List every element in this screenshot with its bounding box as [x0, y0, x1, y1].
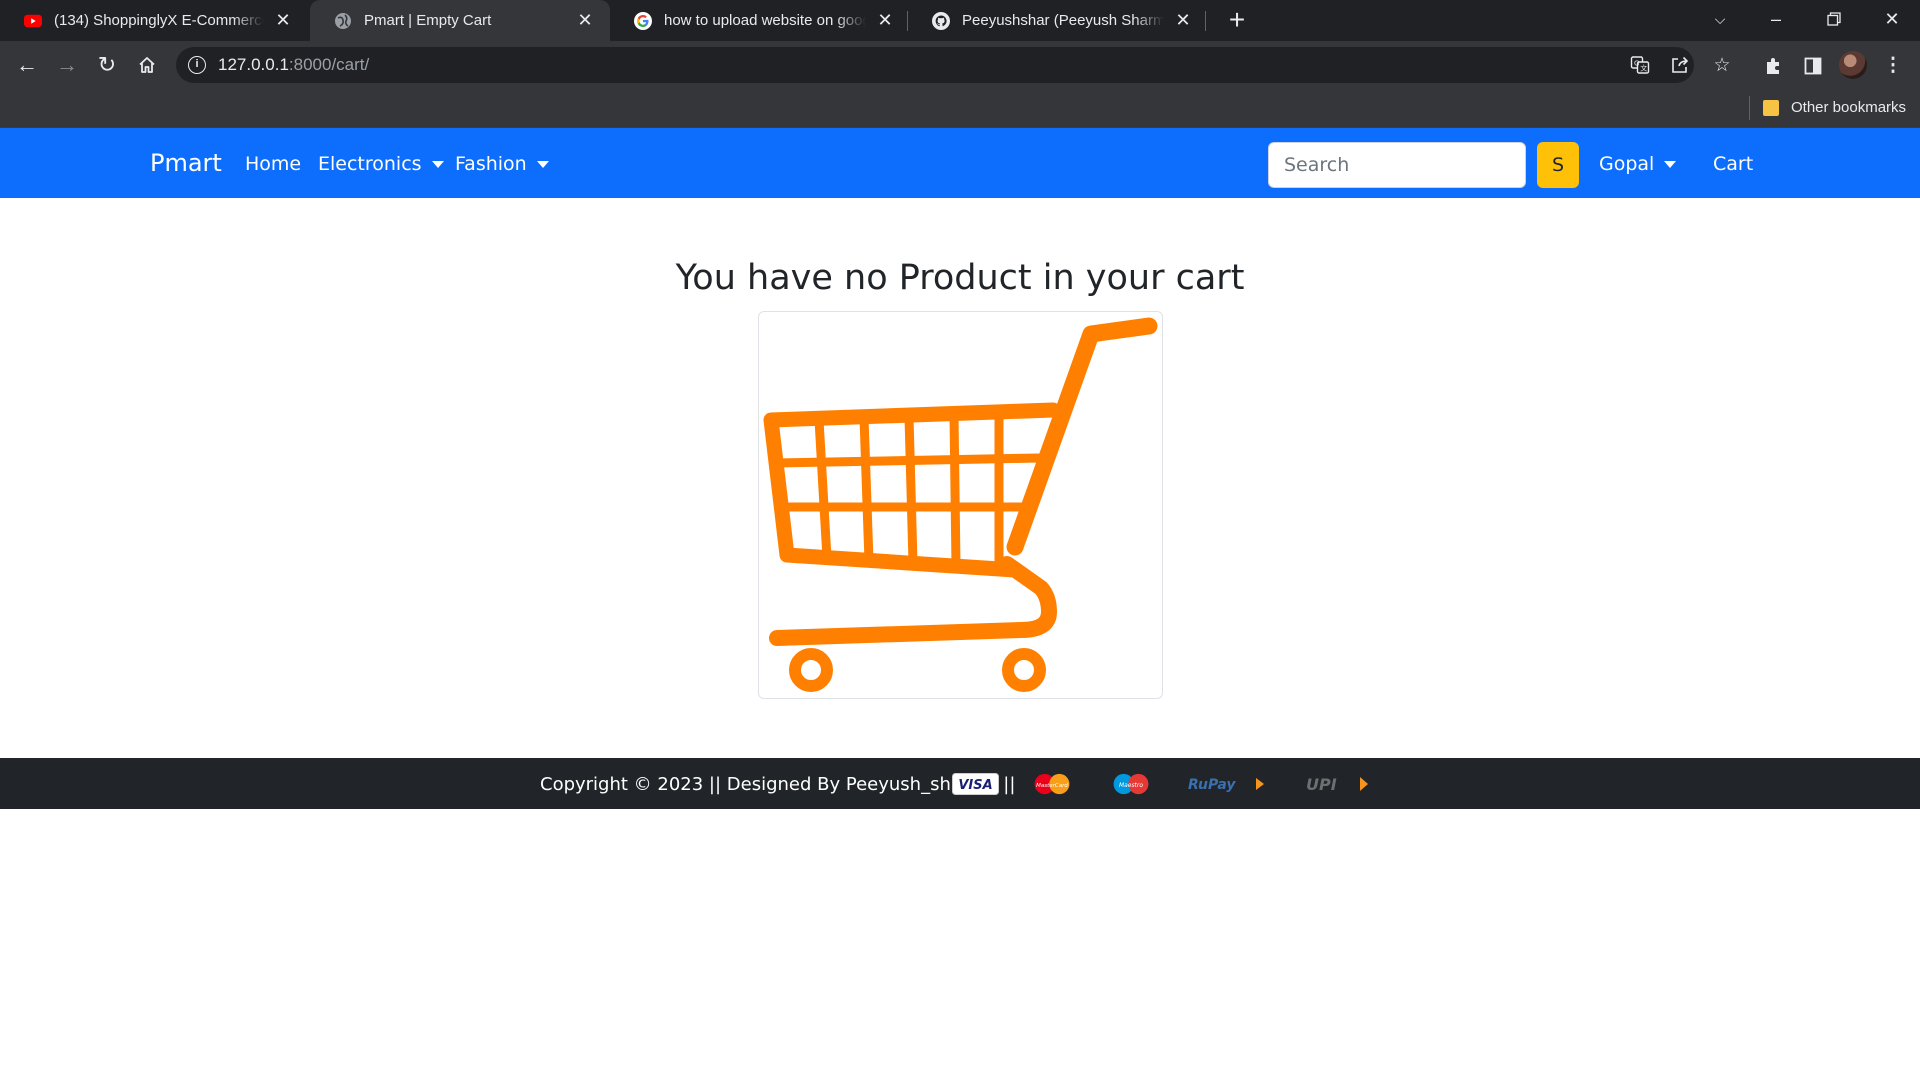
svg-text:RuPay: RuPay [1188, 777, 1236, 793]
bookmarks-divider [1749, 96, 1750, 120]
brand-logo[interactable]: Pmart [150, 149, 222, 177]
nav-fashion-label: Fashion [455, 153, 527, 175]
other-bookmarks[interactable]: Other bookmarks [1791, 99, 1906, 116]
browser-tab-strip: (134) ShoppinglyX E-Commerce ✕ Pmart | E… [0, 0, 1920, 41]
user-name: Gopal [1599, 153, 1655, 175]
extensions-icon[interactable] [1758, 51, 1788, 81]
nav-home-label: Home [245, 153, 302, 175]
github-icon [932, 11, 950, 30]
youtube-icon [24, 12, 42, 30]
new-tab-button[interactable]: + [1222, 5, 1252, 35]
nav-cart[interactable]: Cart [1713, 153, 1753, 175]
svg-text:VISA: VISA [958, 778, 992, 793]
close-icon[interactable]: ✕ [876, 10, 894, 31]
svg-text:MasterCard: MasterCard [1036, 783, 1068, 789]
close-icon[interactable]: ✕ [274, 10, 292, 31]
svg-text:Maestro: Maestro [1119, 782, 1143, 789]
google-icon [634, 11, 652, 30]
site-info-icon[interactable]: i [188, 56, 206, 74]
folder-icon [1763, 100, 1779, 116]
svg-text:G: G [1634, 60, 1639, 68]
visa-icon: VISA [952, 773, 999, 795]
tab-title: how to upload website on googl [664, 12, 866, 29]
search-button[interactable]: S [1537, 142, 1579, 188]
reload-icon[interactable]: ↻ [90, 48, 124, 82]
globe-icon [334, 12, 352, 30]
tab-title: Peeyushshar (Peeyush Sharma) · [962, 12, 1164, 29]
close-icon[interactable]: ✕ [1174, 10, 1192, 31]
minimize-icon[interactable]: – [1748, 0, 1804, 41]
restore-icon[interactable] [1806, 0, 1862, 41]
mastercard-icon: MasterCard [1034, 773, 1070, 795]
browser-tab-active[interactable]: Pmart | Empty Cart ✕ [310, 0, 610, 41]
search-input[interactable] [1268, 142, 1526, 188]
nav-home[interactable]: Home [245, 153, 301, 175]
translate-icon[interactable]: G文 [1628, 53, 1652, 77]
browser-tab[interactable]: how to upload website on googl ✕ [610, 0, 910, 41]
empty-cart-heading: You have no Product in your cart [675, 258, 1245, 298]
forward-icon[interactable]: → [50, 48, 84, 82]
browser-tab[interactable]: (134) ShoppinglyX E-Commerce ✕ [0, 0, 308, 41]
nav-fashion-dropdown[interactable]: Fashion [455, 153, 549, 175]
browser-toolbar: ← → ↻ i 127.0.0.1:8000/cart/ G文 ☆ ⋮ [0, 41, 1920, 89]
tab-search-icon[interactable]: ⌵ [1692, 0, 1748, 41]
close-icon[interactable]: ✕ [576, 10, 594, 31]
empty-cart-image [758, 311, 1163, 699]
url-path: :8000/cart/ [288, 55, 370, 74]
nav-cart-label: Cart [1713, 153, 1754, 175]
bookmark-star-icon[interactable]: ☆ [1707, 51, 1737, 81]
home-icon[interactable] [130, 48, 164, 82]
rupay-icon: RuPay [1188, 777, 1264, 793]
copyright-text: Copyright © 2023 || Designed By Peeyush_… [540, 774, 1016, 795]
maestro-icon: Maestro [1113, 773, 1149, 795]
browser-tab[interactable]: Peeyushshar (Peeyush Sharma) · ✕ [908, 0, 1208, 41]
address-bar[interactable]: i 127.0.0.1:8000/cart/ G文 [176, 47, 1694, 83]
shopping-cart-icon [763, 317, 1158, 692]
back-icon[interactable]: ← [10, 48, 44, 82]
nav-electronics-label: Electronics [318, 153, 422, 175]
tab-title: Pmart | Empty Cart [364, 12, 492, 29]
svg-text:UPI: UPI [1306, 775, 1337, 794]
upi-icon: UPI [1306, 775, 1368, 794]
caret-down-icon [536, 160, 549, 168]
nav-electronics-dropdown[interactable]: Electronics [318, 153, 444, 175]
url-host: 127.0.0.1 [218, 55, 289, 74]
caret-down-icon [1664, 160, 1677, 168]
close-window-icon[interactable]: ✕ [1864, 0, 1920, 41]
share-icon[interactable] [1668, 53, 1692, 77]
url-text[interactable]: 127.0.0.1:8000/cart/ [218, 55, 369, 75]
menu-icon[interactable]: ⋮ [1878, 51, 1908, 81]
profile-avatar[interactable] [1839, 51, 1867, 79]
bookmarks-bar: Other bookmarks [0, 89, 1920, 128]
tab-divider [1205, 11, 1206, 31]
caret-down-icon [431, 160, 444, 168]
side-panel-icon[interactable] [1798, 51, 1828, 81]
svg-text:文: 文 [1640, 64, 1647, 73]
tab-title: (134) ShoppinglyX E-Commerce [54, 12, 264, 29]
site-navbar: Pmart Home Electronics Fashion S Gopal C… [0, 128, 1920, 198]
site-footer: Copyright © 2023 || Designed By Peeyush_… [0, 758, 1920, 809]
user-dropdown[interactable]: Gopal [1599, 153, 1677, 175]
